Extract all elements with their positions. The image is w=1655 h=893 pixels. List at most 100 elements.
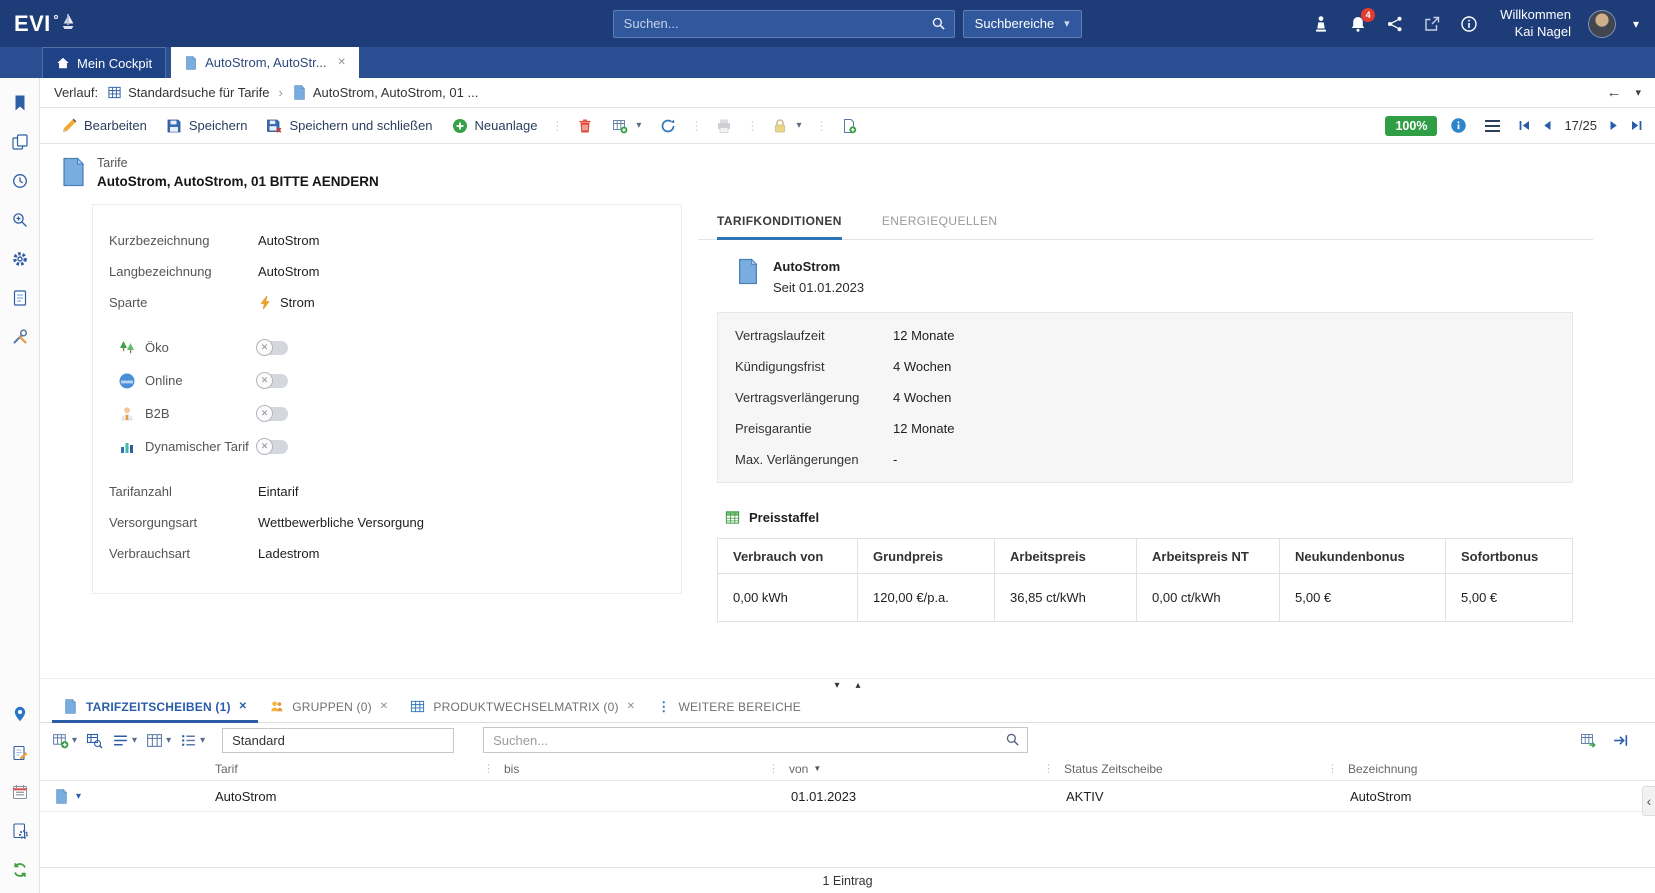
notifications-bell-icon[interactable]: 4 bbox=[1348, 14, 1368, 34]
column-config-button[interactable]: ▾ bbox=[146, 732, 171, 749]
calendar-icon[interactable] bbox=[11, 783, 29, 801]
history-dropdown-icon[interactable]: ▾ bbox=[1635, 86, 1641, 99]
advanced-search-icon[interactable] bbox=[11, 211, 29, 229]
tab-label: AutoStrom, AutoStr... bbox=[205, 55, 326, 70]
online-toggle[interactable]: ✕ bbox=[258, 374, 288, 388]
close-icon[interactable]: ✕ bbox=[338, 57, 346, 68]
data-quality-badge: 100% bbox=[1385, 116, 1437, 136]
chevron-down-icon[interactable]: ▾ bbox=[796, 120, 801, 131]
previous-record-icon[interactable] bbox=[1541, 119, 1554, 132]
form-row: Langbezeichnung AutoStrom bbox=[109, 256, 665, 287]
tab-weitere-bereiche[interactable]: ⋮ WEITERE BEREICHE bbox=[646, 693, 812, 723]
home-icon bbox=[56, 56, 70, 70]
export-table-button[interactable] bbox=[1580, 732, 1597, 749]
breadcrumb-item-record[interactable]: AutoStrom, AutoStrom, 01 ... bbox=[292, 85, 478, 100]
column-header-von[interactable]: ⋮von▼ bbox=[754, 762, 1029, 776]
column-header-status[interactable]: ⋮Status Zeitscheibe bbox=[1029, 762, 1313, 776]
tab-label: WEITERE BEREICHE bbox=[678, 700, 801, 714]
b2b-toggle[interactable]: ✕ bbox=[258, 407, 288, 421]
chevron-down-icon[interactable]: ▾ bbox=[200, 735, 205, 746]
toggle-off-knob: ✕ bbox=[256, 405, 273, 422]
map-pin-icon[interactable] bbox=[11, 705, 29, 723]
dynamischer-tarif-toggle[interactable]: ✕ bbox=[258, 440, 288, 454]
print-button-disabled[interactable] bbox=[707, 112, 741, 140]
open-external-icon[interactable] bbox=[1422, 14, 1442, 34]
info-icon[interactable] bbox=[1459, 14, 1479, 34]
collapse-up-icon[interactable]: ▴ bbox=[856, 681, 861, 691]
bookmark-icon[interactable] bbox=[11, 94, 29, 112]
tab-produktwechselmatrix[interactable]: PRODUKTWECHSELMATRIX (0) ✕ bbox=[399, 693, 646, 723]
field-value-tarifanzahl: Eintarif bbox=[258, 484, 298, 499]
next-record-icon[interactable] bbox=[1607, 119, 1620, 132]
price-table-header-row: Verbrauch von Grundpreis Arbeitspreis Ar… bbox=[718, 539, 1573, 574]
search-icon[interactable] bbox=[931, 16, 946, 31]
assistant-icon[interactable] bbox=[1311, 14, 1331, 34]
chevron-down-icon[interactable]: ▾ bbox=[72, 735, 77, 746]
save-close-button[interactable]: Speichern und schließen bbox=[257, 112, 441, 140]
chevron-down-icon[interactable]: ▾ bbox=[636, 120, 641, 131]
history-icon[interactable] bbox=[11, 172, 29, 190]
avatar[interactable] bbox=[1588, 10, 1616, 38]
add-record-button[interactable]: ▾ bbox=[52, 732, 77, 749]
oeko-toggle[interactable]: ✕ bbox=[258, 341, 288, 355]
edit-button[interactable]: Bearbeiten bbox=[52, 112, 156, 140]
table-add-button[interactable]: ▾ bbox=[603, 112, 650, 140]
tasks-notes-icon[interactable] bbox=[11, 744, 29, 762]
collapse-down-icon[interactable]: ▾ bbox=[834, 681, 839, 691]
search-in-list-button[interactable] bbox=[86, 732, 103, 749]
user-menu-chevron-icon[interactable]: ▾ bbox=[1633, 17, 1639, 31]
search-icon[interactable] bbox=[1005, 732, 1020, 747]
refresh-button[interactable] bbox=[651, 112, 685, 140]
global-search-input[interactable] bbox=[613, 10, 955, 38]
chevron-down-icon[interactable]: ▾ bbox=[132, 735, 137, 746]
share-icon[interactable] bbox=[1385, 14, 1405, 34]
document-settings-icon[interactable] bbox=[11, 822, 29, 840]
column-header-bis[interactable]: ⋮bis bbox=[469, 762, 754, 776]
price-cell: 0,00 ct/kWh bbox=[1137, 574, 1280, 622]
panel-splitter[interactable]: ▾ ▴ bbox=[40, 678, 1655, 693]
row-actions-chevron-icon[interactable]: ▾ bbox=[76, 791, 81, 802]
lock-button-disabled[interactable]: ▾ bbox=[763, 112, 810, 140]
last-record-icon[interactable] bbox=[1630, 119, 1643, 132]
sync-icon[interactable] bbox=[11, 861, 29, 879]
search-areas-button[interactable]: Suchbereiche ▾ bbox=[963, 10, 1082, 38]
first-record-icon[interactable] bbox=[1518, 119, 1531, 132]
price-cell: 5,00 € bbox=[1446, 574, 1573, 622]
tab-mein-cockpit[interactable]: Mein Cockpit bbox=[42, 47, 166, 78]
report-icon[interactable] bbox=[11, 289, 29, 307]
related-table-row[interactable]: ▾ AutoStrom 01.01.2023 AKTIV AutoStrom bbox=[40, 781, 1655, 812]
pin-panel-button[interactable] bbox=[1612, 732, 1629, 749]
save-button[interactable]: Speichern bbox=[157, 112, 257, 140]
view-selector[interactable]: Standard bbox=[222, 728, 454, 753]
related-search-input[interactable] bbox=[483, 727, 1028, 753]
delete-button[interactable] bbox=[568, 112, 602, 140]
chevron-down-icon[interactable]: ▾ bbox=[166, 735, 171, 746]
close-icon[interactable]: ✕ bbox=[239, 701, 248, 712]
collapse-right-panel-button[interactable]: ‹ bbox=[1642, 786, 1655, 816]
info-circle-icon[interactable] bbox=[1450, 117, 1467, 134]
tab-record-autostrom[interactable]: AutoStrom, AutoStr... ✕ bbox=[171, 47, 359, 78]
column-header-tarif[interactable]: Tarif bbox=[185, 762, 469, 776]
tab-gruppen[interactable]: GRUPPEN (0) ✕ bbox=[258, 693, 399, 723]
settings-gear-icon[interactable] bbox=[11, 250, 29, 268]
field-label: Versorgungsart bbox=[109, 515, 258, 530]
breadcrumb-item-search[interactable]: Standardsuche für Tarife bbox=[107, 85, 269, 100]
menu-icon[interactable] bbox=[1480, 120, 1505, 132]
tab-energiequellen[interactable]: ENERGIEQUELLEN bbox=[882, 204, 998, 240]
sort-options-button[interactable]: ▾ bbox=[180, 732, 205, 749]
tools-icon[interactable] bbox=[11, 328, 29, 346]
record-header: Tarife AutoStrom, AutoStrom, 01 BITTE AE… bbox=[40, 144, 1655, 200]
column-header-bezeichnung[interactable]: ⋮Bezeichnung bbox=[1313, 762, 1627, 776]
close-icon[interactable]: ✕ bbox=[380, 701, 389, 712]
copy-icon[interactable] bbox=[11, 133, 29, 151]
history-back-icon[interactable]: ← bbox=[1606, 84, 1621, 101]
column-label: Bezeichnung bbox=[1348, 762, 1417, 776]
create-new-button[interactable]: Neuanlage bbox=[443, 112, 547, 140]
tab-tarifzeitscheiben[interactable]: TARIFZEITSCHEIBEN (1) ✕ bbox=[52, 693, 258, 723]
list-view-button[interactable]: ▾ bbox=[112, 732, 137, 749]
global-search bbox=[613, 10, 955, 38]
tab-tarifkonditionen[interactable]: TARIFKONDITIONEN bbox=[717, 204, 842, 240]
document-add-button[interactable] bbox=[832, 112, 866, 140]
svg-text:www: www bbox=[120, 379, 134, 385]
close-icon[interactable]: ✕ bbox=[627, 701, 636, 712]
